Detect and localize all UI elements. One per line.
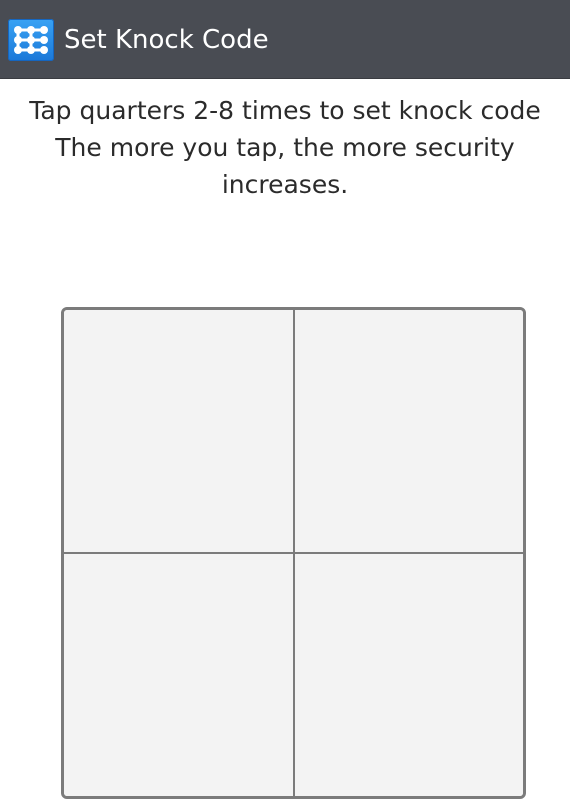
knock-code-grid-icon[interactable] [8,19,54,61]
knock-quadrant-top-left[interactable] [64,310,294,553]
instruction-line-2: The more you tap, the more security [55,133,515,162]
knock-quadrant-top-right[interactable] [293,310,523,553]
knock-code-pad [61,307,526,799]
instruction-line-3: increases. [221,170,349,199]
instruction-line-1: Tap quarters 2-8 times to set knock code [29,96,541,125]
page-title: Set Knock Code [64,25,269,55]
instructions-text: Tap quarters 2-8 times to set knock code… [0,92,570,203]
knock-quadrant-bottom-right[interactable] [293,553,523,796]
action-bar: Set Knock Code [0,0,570,79]
knock-quadrant-bottom-left[interactable] [64,553,294,796]
set-knock-code-screen: Set Knock Code Tap quarters 2-8 times to… [0,0,570,805]
